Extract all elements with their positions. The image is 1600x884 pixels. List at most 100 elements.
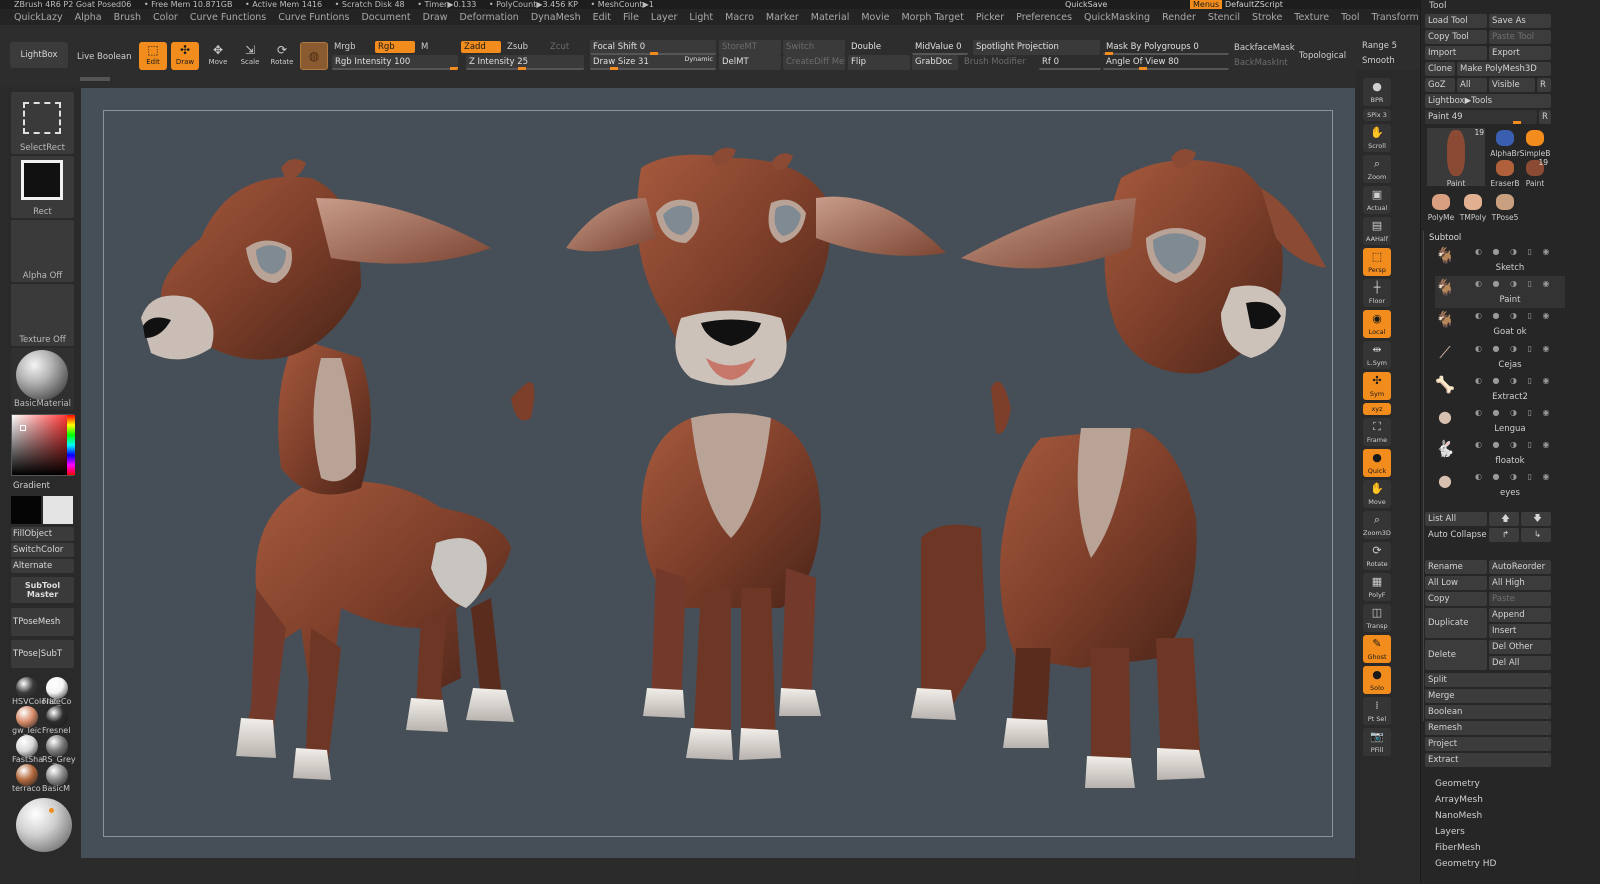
backfacemask-toggle[interactable]: BackfaceMask xyxy=(1234,43,1295,53)
menu-dynamesh[interactable]: DynaMesh xyxy=(531,12,581,23)
material-swatch[interactable] xyxy=(16,764,38,786)
spotlight-projection-toggle[interactable]: Spotlight Projection xyxy=(973,40,1100,55)
tool-thumb[interactable]: SimpleB xyxy=(1520,128,1550,158)
menu-stroke[interactable]: Stroke xyxy=(1252,12,1282,23)
creatediff-mesh-button[interactable]: CreateDiff Mesh xyxy=(783,55,845,70)
goz-visible-button[interactable]: Visible xyxy=(1489,78,1535,92)
material-swatch[interactable] xyxy=(16,735,38,757)
subtool-item[interactable]: ⟋ ◐ ● ◑ ▯ ◉ Cejas xyxy=(1435,341,1565,373)
secondary-color-swatch[interactable] xyxy=(43,496,73,524)
flip-toggle[interactable]: Flip xyxy=(848,55,910,70)
tool-thumb[interactable]: PolyMe xyxy=(1427,192,1455,222)
document-canvas[interactable] xyxy=(81,88,1355,858)
draw-mode-button[interactable]: ✣ Draw xyxy=(171,42,199,70)
rotate-mode-button[interactable]: ⟳ Rotate xyxy=(268,42,296,70)
section-geometry-hd[interactable]: Geometry HD xyxy=(1435,859,1496,869)
alternate-toggle[interactable]: Alternate xyxy=(11,559,74,573)
shelf-xyz-button[interactable]: xyz xyxy=(1363,403,1391,415)
shelf-ghost-button[interactable]: ✎ Ghost xyxy=(1363,635,1391,663)
action-project-button[interactable]: Project xyxy=(1425,737,1551,751)
gradient-toggle[interactable]: Gradient xyxy=(13,481,50,491)
menu-curve-functions[interactable]: Curve Functions xyxy=(190,12,266,23)
subtool-item[interactable]: 🐇 ◐ ● ◑ ▯ ◉ floatok xyxy=(1435,437,1565,469)
storemt-button[interactable]: StoreMT xyxy=(719,40,781,55)
shelf-transp-button[interactable]: ◫ Transp xyxy=(1363,604,1391,632)
rgb-intensity-slider[interactable]: Rgb Intensity 100 xyxy=(332,55,458,70)
del-all-button[interactable]: Del All xyxy=(1489,656,1551,670)
import-button[interactable]: Import xyxy=(1425,46,1487,60)
menu-stencil[interactable]: Stencil xyxy=(1208,12,1240,23)
main-color-swatch[interactable] xyxy=(11,496,41,524)
menu-preferences[interactable]: Preferences xyxy=(1016,12,1072,23)
midvalue-slider[interactable]: MidValue 0 xyxy=(912,40,968,55)
smooth-slider[interactable]: Smooth xyxy=(1362,56,1395,66)
subtool-master-button[interactable]: SubTool Master xyxy=(11,577,74,603)
fillobject-button[interactable]: FillObject xyxy=(11,527,74,541)
subtool-item[interactable]: ● ◐ ● ◑ ▯ ◉ eyes xyxy=(1435,469,1565,501)
menu-quickmasking[interactable]: QuickMasking xyxy=(1084,12,1150,23)
goz-all-button[interactable]: All xyxy=(1457,78,1487,92)
del-other-button[interactable]: Del Other xyxy=(1489,640,1551,654)
tool-thumb[interactable]: EraserB xyxy=(1490,158,1520,188)
subtool-item[interactable]: 🐐 ◐ ● ◑ ▯ ◉ Goat ok xyxy=(1435,308,1565,340)
material-swatch[interactable] xyxy=(46,764,68,786)
load-tool-button[interactable]: Load Tool xyxy=(1425,14,1487,28)
autoreorder-button[interactable]: AutoReorder xyxy=(1489,560,1551,574)
section-nanomesh[interactable]: NanoMesh xyxy=(1435,811,1482,821)
selectrect-button[interactable]: SelectRect xyxy=(11,92,74,154)
shelf-actual-button[interactable]: ▣ Actual xyxy=(1363,186,1391,214)
edit-mode-button[interactable]: ⬚ Edit xyxy=(139,42,167,70)
switchcolor-button[interactable]: SwitchColor xyxy=(11,543,74,557)
rename-button[interactable]: Rename xyxy=(1425,560,1487,574)
goz-button[interactable]: GoZ xyxy=(1425,78,1455,92)
menu-brush[interactable]: Brush xyxy=(114,12,141,23)
tool-thumb[interactable]: TMPoly xyxy=(1459,192,1487,222)
zsub-toggle[interactable]: Zsub xyxy=(507,42,528,52)
paste-tool-button[interactable]: Paste Tool xyxy=(1489,30,1551,44)
move-mode-button[interactable]: ✥ Move xyxy=(204,42,232,70)
action-extract-button[interactable]: Extract xyxy=(1425,753,1551,767)
shelf-floor-button[interactable]: ┼ Floor xyxy=(1363,279,1391,307)
delmt-button[interactable]: DelMT xyxy=(719,55,781,70)
shelf-l-sym-button[interactable]: ⇹ L.Sym xyxy=(1363,341,1391,369)
material-swatch[interactable] xyxy=(46,706,68,728)
copy-tool-button[interactable]: Copy Tool xyxy=(1425,30,1487,44)
subtool-item[interactable]: 🐐 ◐ ● ◑ ▯ ◉ Paint xyxy=(1435,276,1565,309)
material-swatch[interactable] xyxy=(46,735,68,757)
goz-r-button[interactable]: R xyxy=(1537,78,1551,92)
brush-modifier-slider[interactable]: Brush Modifier xyxy=(961,55,1037,70)
material-swatch[interactable] xyxy=(16,706,38,728)
move-down-button[interactable]: 🡇 xyxy=(1521,512,1551,526)
alpha-button[interactable]: Alpha Off xyxy=(11,220,74,282)
insert-button[interactable]: Insert xyxy=(1489,624,1551,638)
menu-draw[interactable]: Draw xyxy=(423,12,448,23)
shelf-spix-3-button[interactable]: SPix 3 xyxy=(1363,109,1391,121)
menu-macro[interactable]: Macro xyxy=(725,12,754,23)
double-toggle[interactable]: Double xyxy=(848,40,910,55)
dynamic-toggle[interactable]: Dynamic xyxy=(684,55,713,67)
zcut-toggle[interactable]: Zcut xyxy=(550,42,569,52)
menu-morph-target[interactable]: Morph Target xyxy=(901,12,963,23)
material-swatch-button[interactable]: ◍ xyxy=(300,42,328,70)
focal-shift-slider[interactable]: Focal Shift 0 xyxy=(590,40,716,55)
all-low-button[interactable]: All Low xyxy=(1425,576,1487,590)
mrgb-toggle[interactable]: Mrgb xyxy=(334,42,355,52)
tool-thumb[interactable]: Paint 19 xyxy=(1521,158,1549,188)
lightbox-button[interactable]: LightBox xyxy=(10,42,68,68)
texture-button[interactable]: Texture Off xyxy=(11,284,74,346)
subtool-visibility-icon[interactable]: ◐ ● ◑ ▯ ◉ xyxy=(1475,408,1554,417)
color-cursor[interactable] xyxy=(20,425,26,431)
shelf-scroll-button[interactable]: ✋ Scroll xyxy=(1363,124,1391,152)
switch-button[interactable]: Switch xyxy=(783,40,845,55)
backmaskint-slider[interactable]: BackMaskInt xyxy=(1234,58,1288,68)
toolbar-scroll-handle[interactable] xyxy=(80,77,110,81)
menu-marker[interactable]: Marker xyxy=(766,12,799,23)
menu-texture[interactable]: Texture xyxy=(1294,12,1329,23)
shelf-rotate-button[interactable]: ⟳ Rotate xyxy=(1363,542,1391,570)
shelf-zoom-button[interactable]: ⌕ Zoom xyxy=(1363,155,1391,183)
shelf-solo-button[interactable]: ● Solo xyxy=(1363,666,1391,694)
subtool-visibility-icon[interactable]: ◐ ● ◑ ▯ ◉ xyxy=(1475,472,1554,481)
grabdoc-button[interactable]: GrabDoc xyxy=(912,55,958,70)
m-toggle[interactable]: M xyxy=(421,42,428,52)
subtool-item[interactable]: 🦴 ◐ ● ◑ ▯ ◉ Extract2 xyxy=(1435,373,1565,405)
